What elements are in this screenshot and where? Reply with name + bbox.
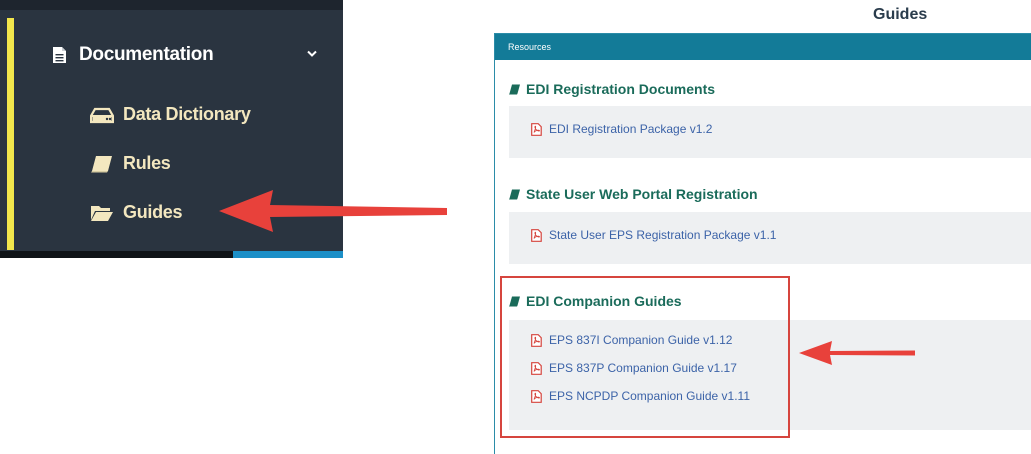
section-well: State User EPS Registration Package v1.1 [509, 212, 1031, 264]
sidebar-item-documentation[interactable]: Documentation [52, 44, 214, 66]
book-icon [91, 155, 112, 172]
sidebar-item-guides[interactable]: Guides [90, 202, 183, 223]
book-icon [509, 189, 520, 199]
doc-link-label: EDI Registration Package v1.2 [549, 122, 713, 136]
annotation-arrow-companion-guides [799, 341, 915, 365]
section-title-edi-registration: EDI Registration Documents [509, 81, 715, 97]
doc-link-label: State User EPS Registration Package v1.1 [549, 228, 777, 242]
section-title-text: State User Web Portal Registration [526, 186, 758, 202]
book-icon [509, 84, 520, 94]
section-well: EDI Registration Package v1.2 [509, 106, 1031, 158]
page-title: Guides [873, 6, 928, 23]
chevron-down-icon[interactable] [307, 50, 317, 58]
active-indicator-bar [7, 18, 14, 250]
panel-header: Resources [495, 34, 1031, 60]
hard-drive-icon [90, 107, 114, 123]
folder-open-icon [91, 205, 113, 221]
sidebar-item-label: Data Dictionary [123, 104, 251, 124]
sidebar-bottom-strip [0, 251, 343, 258]
section-title-text: EDI Registration Documents [526, 81, 716, 97]
sidebar-item-label: Guides [123, 202, 183, 222]
sidebar-bottom-accent [233, 251, 343, 258]
pdf-icon [531, 228, 542, 242]
sidebar-top-strip [0, 0, 343, 10]
sidebar-item-label: Documentation [79, 44, 214, 65]
doc-link[interactable]: State User EPS Registration Package v1.1 [531, 228, 776, 242]
section-title-state-user-portal: State User Web Portal Registration [509, 186, 758, 202]
pdf-icon [531, 122, 542, 136]
sidebar-item-data-dictionary[interactable]: Data Dictionary [90, 104, 251, 125]
file-icon [53, 47, 66, 63]
sidebar-item-label: Rules [123, 153, 171, 173]
annotation-arrow-guides [219, 190, 447, 232]
annotation-highlight-box [500, 276, 790, 438]
doc-link[interactable]: EDI Registration Package v1.2 [531, 122, 712, 136]
sidebar-item-rules[interactable]: Rules [90, 153, 171, 174]
